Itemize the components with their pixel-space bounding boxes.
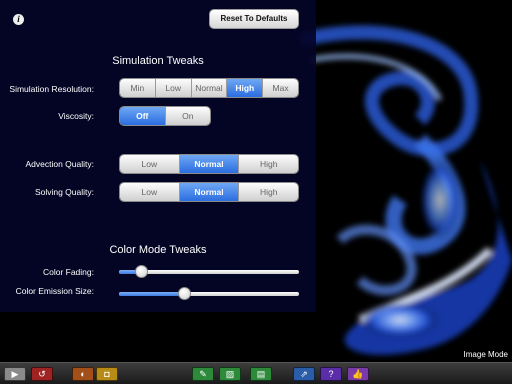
solving-quality-label: Solving Quality: xyxy=(34,187,94,197)
viscosity-control[interactable]: Off On xyxy=(119,106,211,126)
advection-quality-option-high[interactable]: High xyxy=(239,155,298,173)
viscosity-option-off[interactable]: Off xyxy=(120,107,166,125)
image-icon[interactable]: ▨ xyxy=(219,367,241,381)
advection-quality-label: Advection Quality: xyxy=(25,159,94,169)
camera-icon[interactable]: ◘ xyxy=(96,367,118,381)
resolution-option-low[interactable]: Low xyxy=(155,79,192,97)
solving-quality-option-normal[interactable]: Normal xyxy=(179,183,240,201)
image-brush-icon[interactable]: ✎ xyxy=(192,367,214,381)
help-icon[interactable]: ? xyxy=(320,367,342,381)
color-fading-slider[interactable] xyxy=(119,265,299,279)
reset-icon[interactable]: ↺ xyxy=(31,367,53,381)
slider-thumb[interactable] xyxy=(134,265,148,278)
bottom-toolbar: ▶ ↺ ◐ ◘ ✎ ▨ ▤ ⇗ ? 👍 xyxy=(0,362,512,384)
solving-quality-option-high[interactable]: High xyxy=(239,183,298,201)
solving-quality-control[interactable]: Low Normal High xyxy=(119,182,299,202)
like-icon[interactable]: 👍 xyxy=(347,367,369,381)
color-fading-label: Color Fading: xyxy=(42,267,94,277)
slider-fill xyxy=(119,292,184,296)
simulation-tweaks-title: Simulation Tweaks xyxy=(112,55,204,67)
advection-quality-option-low[interactable]: Low xyxy=(120,155,180,173)
color-mode-tweaks-title: Color Mode Tweaks xyxy=(109,244,207,256)
resolution-option-normal[interactable]: Normal xyxy=(191,79,228,97)
color-emission-size-slider[interactable] xyxy=(119,287,299,301)
viscosity-label: Viscosity: xyxy=(58,111,94,121)
resolution-option-max[interactable]: Max xyxy=(263,79,298,97)
advection-quality-option-normal[interactable]: Normal xyxy=(179,155,240,173)
advection-quality-control[interactable]: Low Normal High xyxy=(119,154,299,174)
play-icon[interactable]: ▶ xyxy=(4,367,26,381)
simulation-resolution-label: Simulation Resolution: xyxy=(9,84,94,94)
solving-quality-option-low[interactable]: Low xyxy=(120,183,180,201)
reset-to-defaults-button[interactable]: Reset To Defaults xyxy=(209,9,299,29)
resolution-option-high[interactable]: High xyxy=(227,79,264,97)
info-icon[interactable]: i xyxy=(13,14,24,25)
resolution-option-min[interactable]: Min xyxy=(120,79,156,97)
color-contrast-icon[interactable]: ◐ xyxy=(72,367,94,381)
slider-thumb[interactable] xyxy=(177,287,191,300)
share-icon[interactable]: ⇗ xyxy=(293,367,315,381)
simulation-resolution-control[interactable]: Min Low Normal High Max xyxy=(119,78,299,98)
image-menu-icon[interactable]: ▤ xyxy=(250,367,272,381)
color-emission-size-label: Color Emission Size: xyxy=(15,286,94,296)
mode-label: Image Mode xyxy=(463,350,508,359)
viscosity-option-on[interactable]: On xyxy=(165,107,210,125)
